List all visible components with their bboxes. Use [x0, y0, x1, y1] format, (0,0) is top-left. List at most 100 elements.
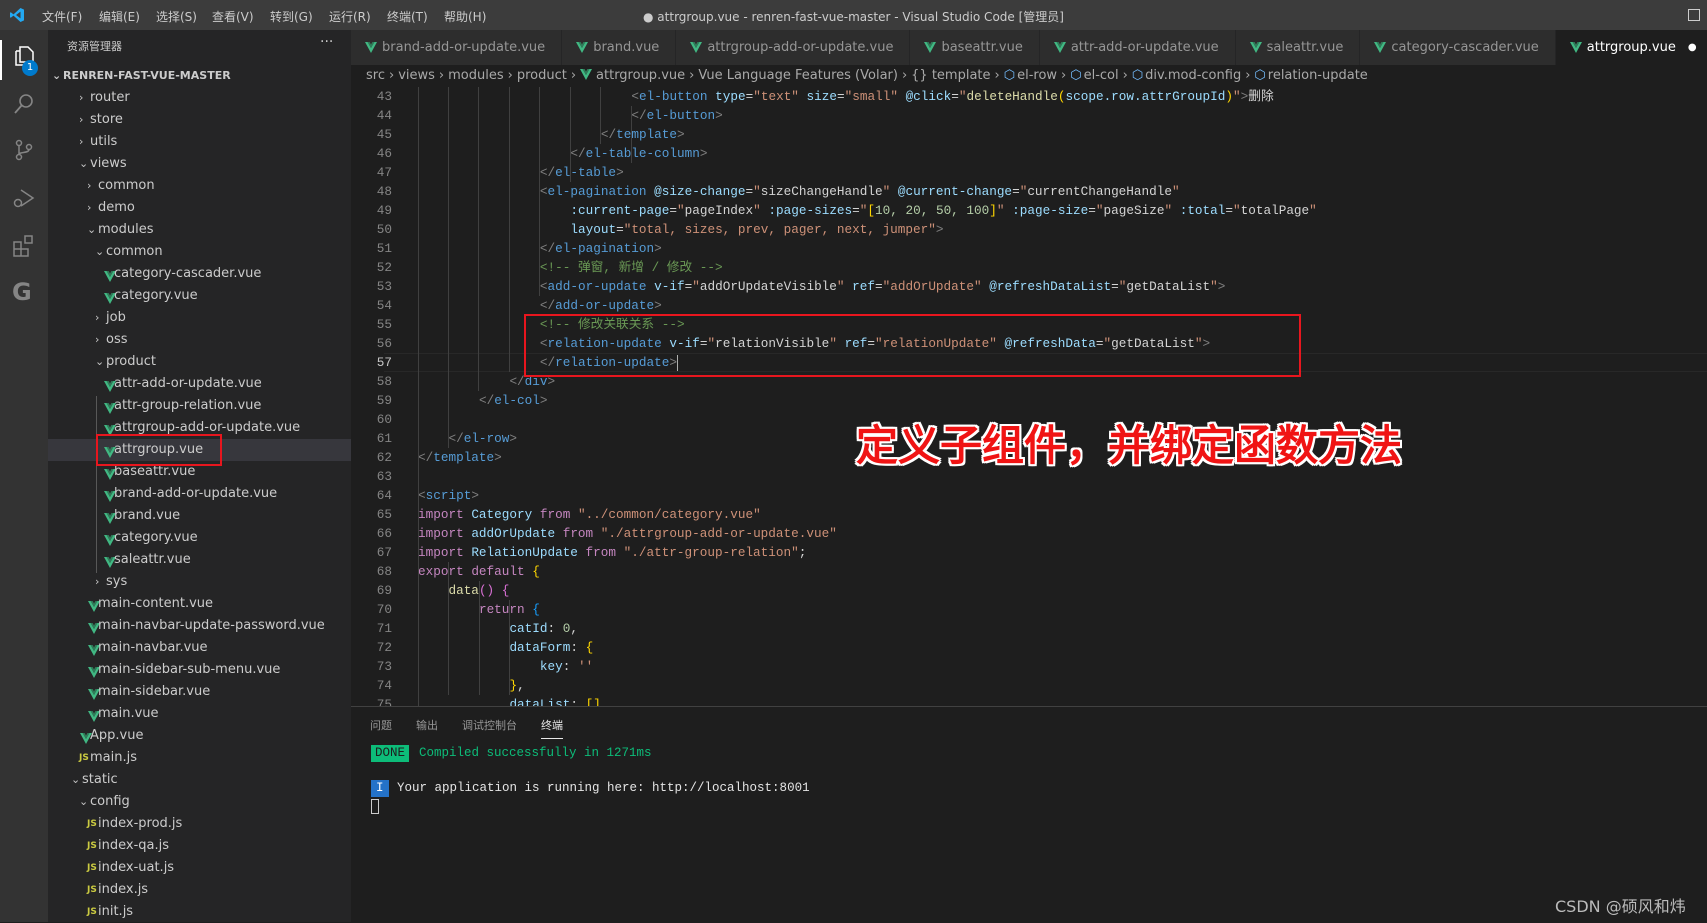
tree-folder[interactable]: › utils: [48, 131, 351, 153]
panel-tab-terminal[interactable]: 终端: [541, 717, 563, 739]
indent-guide: [448, 562, 449, 695]
tree-file[interactable]: main-sidebar-sub-menu.vue: [48, 659, 351, 681]
code-line[interactable]: <el-button type="text" size="small" @cli…: [418, 87, 1273, 106]
code-line[interactable]: dataForm: {: [418, 638, 593, 657]
code-token: scope.row.attrGroupId: [1065, 89, 1226, 104]
tree-file[interactable]: JS index-prod.js: [48, 813, 351, 835]
tree-folder[interactable]: ⌄ static: [48, 769, 351, 791]
breadcrumb-item[interactable]: views: [398, 68, 435, 83]
panel-tab-output[interactable]: 输出: [416, 717, 438, 738]
breadcrumb-item[interactable]: relation-update: [1268, 68, 1368, 83]
breadcrumb-item[interactable]: product: [517, 68, 567, 83]
breadcrumb-item[interactable]: {} template: [911, 68, 990, 83]
tree-file[interactable]: brand-add-or-update.vue: [48, 483, 351, 505]
code-editor[interactable]: 43 <el-button type="text" size="small" @c…: [351, 87, 1707, 706]
code-line[interactable]: export default {: [418, 562, 540, 581]
code-line[interactable]: </el-table-column>: [418, 144, 707, 163]
more-actions-button[interactable]: ···: [320, 34, 333, 50]
code-line[interactable]: </el-row>: [418, 429, 517, 448]
code-line[interactable]: <script>: [418, 486, 479, 505]
breadcrumb-item[interactable]: attrgroup.vue: [596, 68, 685, 83]
code-line[interactable]: dataList: []: [418, 695, 600, 706]
tree-file[interactable]: attr-add-or-update.vue: [48, 373, 351, 395]
tab-attr-add-or-update-vue[interactable]: attr-add-or-update.vue: [1039, 30, 1236, 65]
code-line[interactable]: data() {: [418, 581, 509, 600]
modified-dot-icon[interactable]: ●: [1688, 42, 1697, 53]
code-line[interactable]: </add-or-update>: [418, 296, 662, 315]
tree-file[interactable]: main-sidebar.vue: [48, 681, 351, 703]
tree-folder[interactable]: › job: [48, 307, 351, 329]
breadcrumb-item[interactable]: src: [366, 68, 385, 83]
window-restore-icon[interactable]: [1688, 9, 1700, 21]
code-line[interactable]: </template>: [418, 125, 685, 144]
code-line[interactable]: <!-- 弹窗, 新增 / 修改 -->: [418, 258, 723, 277]
indent-guide: [418, 87, 419, 706]
tree-folder[interactable]: › demo: [48, 197, 351, 219]
tree-file[interactable]: attr-group-relation.vue: [48, 395, 351, 417]
editor-tabs: brand-add-or-update.vue brand.vue attrgrou…: [351, 30, 1707, 65]
breadcrumb-item[interactable]: el-col: [1084, 68, 1119, 83]
tree-file[interactable]: category-cascader.vue: [48, 263, 351, 285]
code-token: :page-sizes: [768, 203, 853, 218]
g-icon[interactable]: G: [12, 278, 32, 306]
tab-category-cascader-vue[interactable]: category-cascader.vue: [1360, 30, 1556, 65]
tree-file[interactable]: App.vue: [48, 725, 351, 747]
tree-folder[interactable]: ⌄ modules: [48, 219, 351, 241]
tab-attrgroup-add-or-update-vue[interactable]: attrgroup-add-or-update.vue: [676, 30, 911, 65]
tree-folder[interactable]: › sys: [48, 571, 351, 593]
tree-folder[interactable]: › oss: [48, 329, 351, 351]
tree-file[interactable]: JS main.js: [48, 747, 351, 769]
tree-folder[interactable]: › store: [48, 109, 351, 131]
tree-file[interactable]: JS init.js: [48, 901, 351, 923]
line-number: 56: [376, 336, 392, 351]
tree-folder[interactable]: ⌄ config: [48, 791, 351, 813]
code-line[interactable]: key: '': [418, 657, 593, 676]
run-debug-icon[interactable]: [12, 186, 36, 210]
tab-brand-add-or-update-vue[interactable]: brand-add-or-update.vue: [351, 30, 563, 65]
breadcrumb-item[interactable]: Vue Language Features (Volar): [698, 68, 898, 83]
tab-attrgroup-vue[interactable]: attrgroup.vue ●: [1555, 30, 1707, 65]
code-token: <: [539, 184, 548, 199]
tree-file[interactable]: main.vue: [48, 703, 351, 725]
tree-file[interactable]: category.vue: [48, 285, 351, 307]
code-line[interactable]: <el-pagination @size-change="sizeChangeH…: [418, 182, 1180, 201]
tree-folder[interactable]: › router: [48, 87, 351, 109]
tree-file[interactable]: saleattr.vue: [48, 549, 351, 571]
search-icon[interactable]: [12, 92, 36, 116]
code-token: "addOrUpdate": [882, 279, 982, 294]
tab-brand-vue[interactable]: brand.vue: [562, 30, 677, 65]
code-line[interactable]: import RelationUpdate from "./attr-group…: [418, 543, 806, 562]
tree-file[interactable]: JS index-uat.js: [48, 857, 351, 879]
terminal-cursor[interactable]: [371, 799, 379, 814]
extensions-icon[interactable]: [12, 234, 36, 258]
tree-folder[interactable]: ⌄ common: [48, 241, 351, 263]
code-line[interactable]: </template>: [418, 448, 502, 467]
breadcrumb-item[interactable]: el-row: [1017, 68, 1057, 83]
code-token: </: [539, 241, 556, 256]
breadcrumb-item[interactable]: div.mod-config: [1145, 68, 1241, 83]
tree-file[interactable]: JS index-qa.js: [48, 835, 351, 857]
code-line[interactable]: layout="total, sizes, prev, pager, next,…: [418, 220, 943, 239]
tree-file[interactable]: main-navbar-update-password.vue: [48, 615, 351, 637]
tree-file[interactable]: main-navbar.vue: [48, 637, 351, 659]
tab-baseattr-vue[interactable]: baseattr.vue: [910, 30, 1040, 65]
panel-tab-debug-console[interactable]: 调试控制台: [462, 717, 517, 738]
breadcrumb-item[interactable]: modules: [448, 68, 504, 83]
tree-folder[interactable]: ⌄ product: [48, 351, 351, 373]
tab-saleattr-vue[interactable]: saleattr.vue: [1235, 30, 1361, 65]
tree-file[interactable]: category.vue: [48, 527, 351, 549]
tree-file[interactable]: main-content.vue: [48, 593, 351, 615]
tree-folder[interactable]: › common: [48, 175, 351, 197]
panel-tab-problems[interactable]: 问题: [370, 717, 392, 738]
code-line[interactable]: import addOrUpdate from "./attrgroup-add…: [418, 524, 837, 543]
tree-folder[interactable]: ⌄ views: [48, 153, 351, 175]
source-control-icon[interactable]: [12, 138, 36, 162]
code-line[interactable]: </el-col>: [418, 391, 548, 410]
workspace-root[interactable]: ⌄ RENREN-FAST-VUE-MASTER: [48, 65, 351, 87]
tree-file[interactable]: brand.vue: [48, 505, 351, 527]
code-line[interactable]: catId: 0,: [418, 619, 578, 638]
code-line[interactable]: :current-page="pageIndex" :page-sizes="[…: [418, 201, 1316, 220]
tree-file[interactable]: JS index.js: [48, 879, 351, 901]
code-line[interactable]: import Category from "../common/category…: [418, 505, 761, 524]
